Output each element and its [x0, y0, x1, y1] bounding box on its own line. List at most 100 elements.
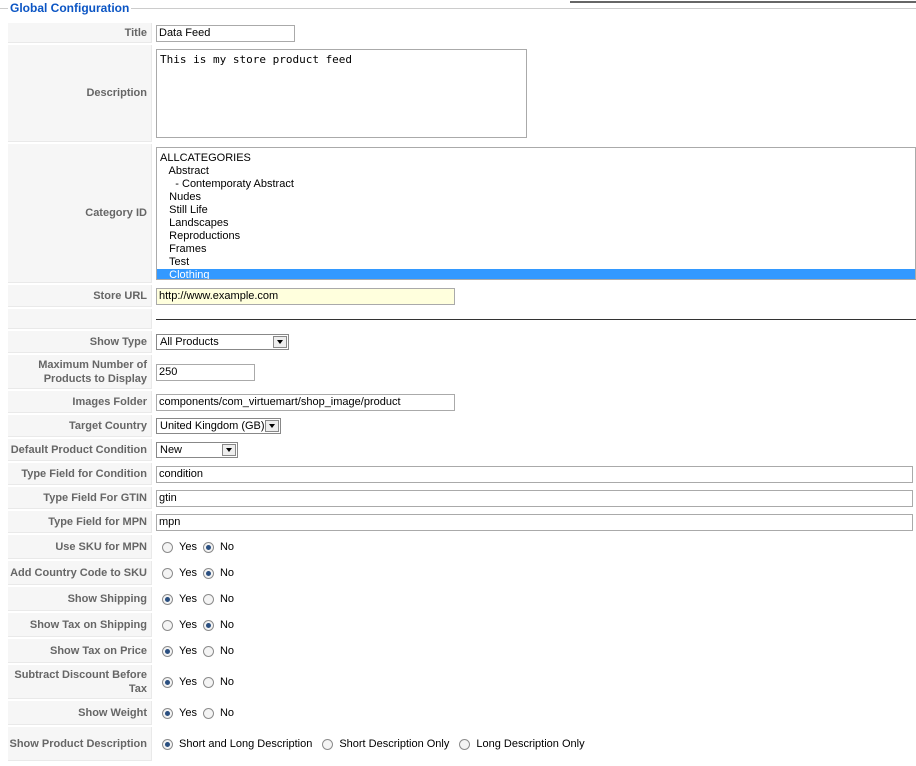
row-max-products: Maximum Number of Products to Display — [8, 355, 916, 389]
top-rule — [570, 1, 916, 3]
row-default-condition: Default Product Condition New — [8, 439, 916, 461]
show-shipping-yes-radio[interactable] — [162, 593, 173, 605]
row-show-type: Show Type All Products — [8, 331, 916, 353]
add-country-code-label: Add Country Code to SKU — [8, 561, 152, 585]
use-sku-mpn-yes-label: Yes — [179, 541, 197, 554]
show-weight-no-label: No — [219, 707, 235, 720]
show-weight-radios: Yes No — [152, 701, 916, 725]
add-country-code-yes-radio[interactable] — [162, 567, 173, 579]
row-show-weight: Show Weight Yes No — [8, 701, 916, 725]
show-description-option-radio[interactable] — [459, 738, 471, 750]
subtract-discount-radios: Yes No — [152, 665, 916, 699]
show-tax-shipping-yes-radio[interactable] — [162, 619, 173, 631]
show-weight-no-radio[interactable] — [202, 707, 214, 719]
category-option[interactable]: Clothing — [157, 269, 915, 279]
add-country-code-radios: Yes No — [152, 561, 916, 585]
target-country-chevron-down-icon — [265, 420, 279, 432]
show-type-select[interactable]: All Products — [156, 334, 289, 350]
default-condition-value: New — [160, 444, 183, 456]
show-type-chevron-down-icon — [273, 336, 287, 348]
use-sku-mpn-no-radio[interactable] — [202, 541, 214, 553]
config-table: Title Description This is my store produ… — [8, 21, 916, 763]
default-condition-select[interactable]: New — [156, 442, 238, 458]
row-images-folder: Images Folder — [8, 391, 916, 413]
description-textarea[interactable]: This is my store product feed — [156, 49, 527, 138]
max-products-input[interactable] — [156, 363, 255, 381]
show-description-option-label: Short and Long Description — [179, 738, 313, 751]
category-option[interactable]: Still Life — [157, 204, 915, 217]
row-type-gtin: Type Field For GTIN — [8, 487, 916, 509]
images-folder-input[interactable] — [156, 393, 455, 411]
use-sku-mpn-label: Use SKU for MPN — [8, 535, 152, 559]
category-option[interactable]: Test — [157, 256, 915, 269]
fieldset-legend: Global Configuration — [8, 1, 132, 15]
default-condition-chevron-down-icon — [222, 444, 236, 456]
target-country-label: Target Country — [8, 415, 152, 437]
type-gtin-input[interactable] — [156, 489, 913, 507]
show-description-label: Show Product Description — [8, 727, 152, 761]
row-description: Description This is my store product fee… — [8, 45, 916, 142]
default-condition-label: Default Product Condition — [8, 439, 152, 461]
show-shipping-no-radio[interactable] — [202, 593, 214, 605]
show-tax-price-no-label: No — [219, 645, 235, 658]
use-sku-mpn-no-label: No — [219, 541, 235, 554]
show-weight-yes-label: Yes — [179, 707, 197, 720]
show-type-label: Show Type — [8, 331, 152, 353]
target-country-value: United Kingdom (GB) — [160, 420, 265, 432]
show-tax-price-yes-radio[interactable] — [162, 645, 173, 657]
show-tax-price-no-radio[interactable] — [202, 645, 214, 657]
subtract-discount-yes-radio[interactable] — [162, 676, 173, 688]
row-separator — [8, 309, 916, 329]
show-tax-shipping-no-label: No — [219, 619, 235, 632]
category-option[interactable]: Nudes — [157, 191, 915, 204]
target-country-select[interactable]: United Kingdom (GB) — [156, 418, 281, 434]
show-tax-price-label: Show Tax on Price — [8, 639, 152, 663]
use-sku-mpn-radios: Yes No — [152, 535, 916, 559]
row-add-country-code: Add Country Code to SKU Yes No — [8, 561, 916, 585]
row-subtract-discount: Subtract Discount Before Tax Yes No — [8, 665, 916, 699]
add-country-code-no-label: No — [219, 567, 235, 580]
show-description-option-radio[interactable] — [162, 738, 173, 750]
fieldset-border — [0, 8, 916, 9]
category-option[interactable]: Frames — [157, 243, 915, 256]
type-condition-input[interactable] — [156, 465, 913, 483]
subtract-discount-no-label: No — [219, 676, 235, 689]
category-option[interactable]: - Contemporaty Abstract — [157, 178, 915, 191]
row-show-description: Show Product Description Short and Long … — [8, 727, 916, 761]
show-tax-shipping-no-radio[interactable] — [202, 619, 214, 631]
type-gtin-label: Type Field For GTIN — [8, 487, 152, 509]
show-description-option-radio[interactable] — [322, 738, 334, 750]
row-type-condition: Type Field for Condition — [8, 463, 916, 485]
use-sku-mpn-yes-radio[interactable] — [162, 541, 173, 553]
category-option[interactable]: Landscapes — [157, 217, 915, 230]
show-tax-shipping-radios: Yes No — [152, 613, 916, 637]
subtract-discount-yes-label: Yes — [179, 676, 197, 689]
separator-rule — [156, 318, 916, 320]
show-weight-yes-radio[interactable] — [162, 707, 173, 719]
type-condition-label: Type Field for Condition — [8, 463, 152, 485]
row-show-tax-shipping: Show Tax on Shipping Yes No — [8, 613, 916, 637]
show-tax-price-yes-label: Yes — [179, 645, 197, 658]
category-option[interactable]: ALLCATEGORIES — [157, 152, 915, 165]
category-option[interactable]: Reproductions — [157, 230, 915, 243]
show-type-value: All Products — [160, 336, 219, 348]
show-shipping-radios: Yes No — [152, 587, 916, 611]
category-option[interactable]: Abstract — [157, 165, 915, 178]
show-description-radios: Short and Long Description Short Descript… — [152, 727, 916, 761]
add-country-code-no-radio[interactable] — [202, 567, 214, 579]
category-listbox[interactable]: ALLCATEGORIES Abstract - Contemporaty Ab… — [156, 147, 916, 280]
row-target-country: Target Country United Kingdom (GB) — [8, 415, 916, 437]
row-category: Category ID ALLCATEGORIES Abstract - Con… — [8, 144, 916, 283]
type-mpn-input[interactable] — [156, 513, 913, 531]
show-tax-price-radios: Yes No — [152, 639, 916, 663]
subtract-discount-label: Subtract Discount Before Tax — [8, 665, 152, 699]
store-url-input[interactable] — [156, 287, 455, 305]
show-tax-shipping-yes-label: Yes — [179, 619, 197, 632]
show-shipping-label: Show Shipping — [8, 587, 152, 611]
row-store-url: Store URL — [8, 285, 916, 307]
show-shipping-no-label: No — [219, 593, 235, 606]
add-country-code-yes-label: Yes — [179, 567, 197, 580]
subtract-discount-no-radio[interactable] — [202, 676, 214, 688]
row-show-shipping: Show Shipping Yes No — [8, 587, 916, 611]
title-input[interactable] — [156, 24, 295, 42]
